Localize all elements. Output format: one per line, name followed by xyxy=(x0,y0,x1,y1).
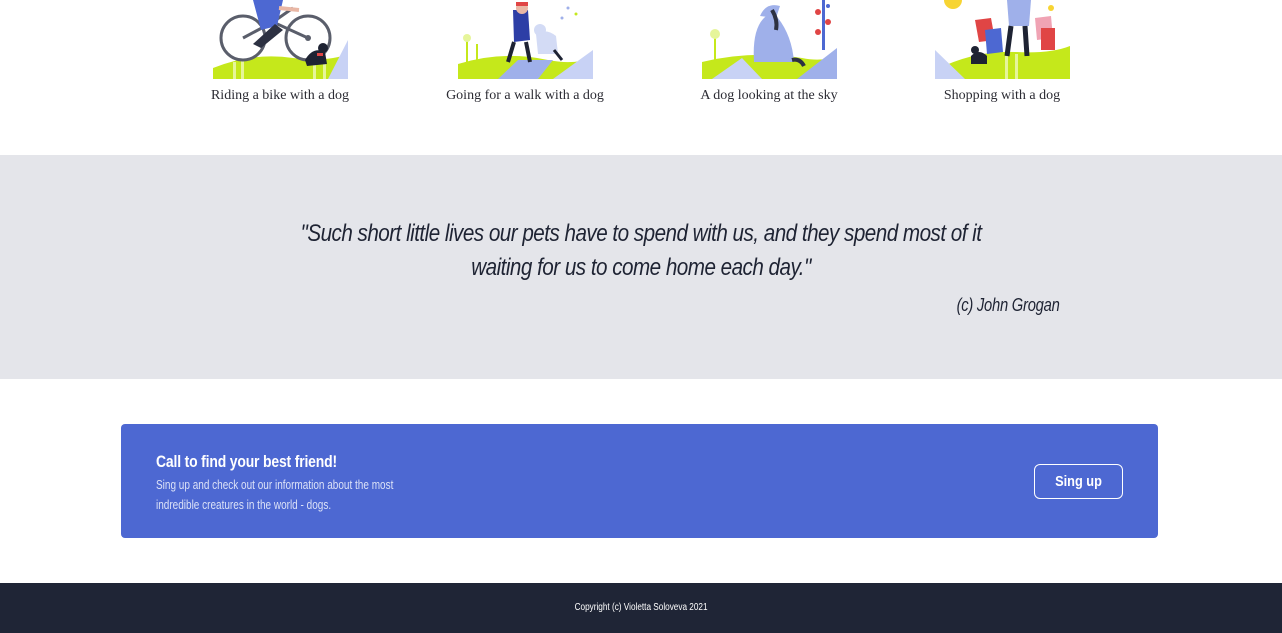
cta-title: Call to find your best friend! xyxy=(156,452,337,471)
quote-section: "Such short little lives our pets have t… xyxy=(0,155,1282,379)
footer-copyright: Copyright (c) Violetta Soloveva 2021 xyxy=(0,602,1282,613)
bike-dog-illustration xyxy=(212,0,348,79)
gallery-caption: Riding a bike with a dog xyxy=(210,88,350,103)
sign-up-button-label: Sing up xyxy=(1055,473,1102,490)
gallery-card-sky: A dog looking at the sky xyxy=(684,0,854,104)
dog-sky-illustration xyxy=(701,0,837,79)
illustration-gallery: Riding a bike with a dog Going for a wal… xyxy=(0,0,1282,155)
walk-dog-illustration xyxy=(457,0,593,79)
sign-up-button[interactable]: Sing up xyxy=(1034,464,1123,499)
quote-text: "Such short little lives our pets have t… xyxy=(300,220,982,281)
copyright-text: Copyright (c) Violetta Soloveva 2021 xyxy=(574,602,708,613)
gallery-card-bike: Riding a bike with a dog xyxy=(195,0,365,104)
gallery-caption: A dog looking at the sky xyxy=(700,88,838,103)
gallery-card-shopping: Shopping with a dog xyxy=(917,0,1087,104)
page-footer: Copyright (c) Violetta Soloveva 2021 xyxy=(0,583,1282,633)
gallery-card-walk: Going for a walk with a dog xyxy=(440,0,610,104)
gallery-caption: Going for a walk with a dog xyxy=(446,88,604,103)
call-to-action-banner: Call to find your best friend! Sing up a… xyxy=(121,424,1158,538)
shopping-dog-illustration xyxy=(934,0,1070,79)
cta-description: Sing up and check out our information ab… xyxy=(156,478,394,512)
quote-author: (c) John Grogan xyxy=(957,295,1060,315)
gallery-caption: Shopping with a dog xyxy=(943,88,1061,103)
